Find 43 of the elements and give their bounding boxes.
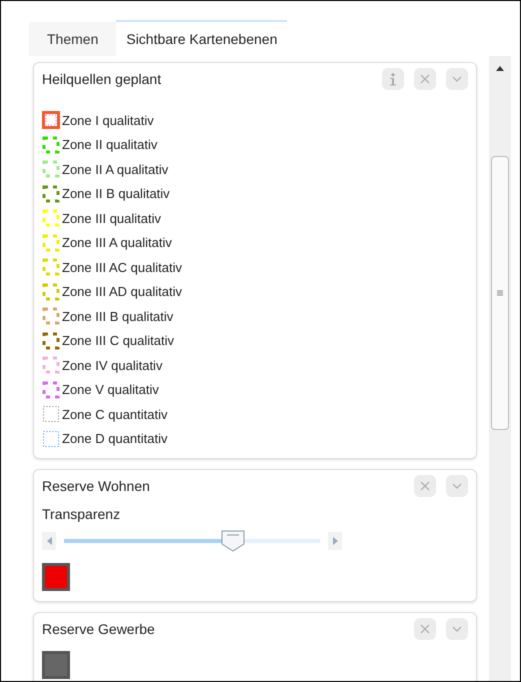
chevron-down-icon xyxy=(452,483,462,489)
slider-left-button[interactable] xyxy=(42,532,56,550)
close-icon xyxy=(420,74,430,84)
legend-label: Zone III B qualitativ xyxy=(62,308,174,326)
legend-label: Zone II qualitativ xyxy=(62,136,158,154)
close-button[interactable] xyxy=(414,475,436,497)
legend-label: Zone IV qualitativ xyxy=(62,356,162,375)
expand-button[interactable] xyxy=(446,475,468,497)
legend-label: Zone II A qualitativ xyxy=(62,160,168,179)
chevron-down-icon xyxy=(452,76,462,82)
right-arrow-icon xyxy=(332,537,338,545)
close-icon xyxy=(420,481,430,491)
layer-title: Heilquellen geplant xyxy=(42,70,162,89)
legend-label: Zone III A qualitativ xyxy=(62,234,172,252)
expand-button[interactable] xyxy=(446,618,468,640)
grip-icon xyxy=(497,290,503,296)
scrollbar[interactable] xyxy=(489,56,511,681)
legend-label: Zone II B qualitativ xyxy=(62,185,170,203)
layer-title: Reserve Gewerbe xyxy=(42,620,155,638)
slider-right-button[interactable] xyxy=(328,532,342,550)
legend-label: Zone III qualitativ xyxy=(62,210,161,228)
close-button[interactable] xyxy=(414,68,436,90)
slider-track[interactable] xyxy=(64,529,320,553)
legend-label: Zone III AD qualitativ xyxy=(62,283,182,301)
legend-label: Zone III AC qualitativ xyxy=(62,258,182,277)
legend-label: Zone V qualitativ xyxy=(62,381,159,399)
info-button[interactable] xyxy=(382,68,404,90)
tab[interactable]: Themen xyxy=(29,22,116,56)
expand-button[interactable] xyxy=(446,68,468,90)
chevron-down-icon xyxy=(452,626,462,632)
slider-label: Transparenz xyxy=(42,506,120,522)
scroll-thumb[interactable] xyxy=(491,156,509,430)
legend-label: Zone C quantitativ xyxy=(62,406,168,424)
left-arrow-icon xyxy=(46,537,52,545)
legend-label: Zone III C qualitativ xyxy=(62,332,174,350)
close-button[interactable] xyxy=(414,618,436,640)
scroll-up-icon xyxy=(496,66,504,71)
info-icon xyxy=(389,72,397,86)
slider-thumb[interactable] xyxy=(220,530,245,552)
legend-label: Zone D quantitativ xyxy=(62,430,168,448)
layer-title: Reserve Wohnen xyxy=(42,476,150,496)
close-icon xyxy=(420,624,430,634)
legend-label: Zone I qualitativ xyxy=(62,112,154,130)
